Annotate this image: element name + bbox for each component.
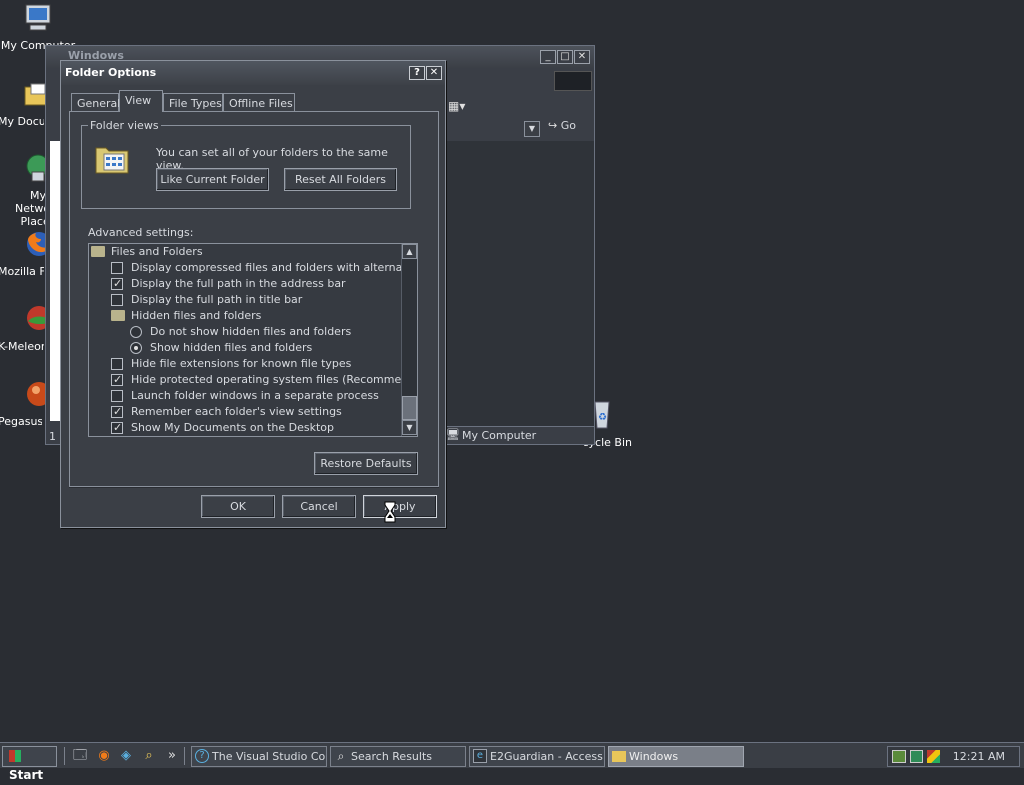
- status-bar: 🖥 My Computer: [446, 426, 594, 444]
- radio-button[interactable]: [130, 326, 142, 338]
- checkbox[interactable]: [111, 390, 123, 402]
- scroll-thumb[interactable]: [402, 396, 417, 420]
- tray-network-icon[interactable]: [892, 750, 906, 763]
- checkbox[interactable]: [111, 358, 123, 370]
- advanced-settings-label: Advanced settings:: [88, 226, 194, 239]
- settings-option-label: Launch folder windows in a separate proc…: [131, 389, 379, 402]
- ok-button[interactable]: OK: [201, 495, 275, 518]
- folder-icon: [91, 246, 105, 257]
- search-icon: ⌕: [337, 749, 345, 763]
- checkbox[interactable]: [111, 372, 123, 388]
- address-dropdown-button[interactable]: ▼: [524, 121, 540, 137]
- computer-icon: 🖥: [446, 428, 460, 441]
- explorer-content-pane[interactable]: [446, 141, 594, 431]
- folder-views-legend: Folder views: [88, 119, 161, 132]
- settings-option-label: Files and Folders: [111, 245, 203, 258]
- dialog-divider: [69, 487, 439, 488]
- browser-icon: e: [473, 749, 487, 763]
- go-arrow-icon: ↪: [548, 119, 558, 132]
- checkbox[interactable]: [111, 262, 123, 274]
- cancel-button[interactable]: Cancel: [282, 495, 356, 518]
- computer-icon: [25, 4, 51, 31]
- go-button[interactable]: ↪ Go: [548, 119, 576, 132]
- windows-flag-icon: [9, 750, 21, 762]
- taskbar-button-e2guardian[interactable]: e E2Guardian - Access...: [469, 746, 605, 767]
- search-icon[interactable]: ⌕: [141, 748, 157, 764]
- settings-option-label: Display the full path in title bar: [131, 293, 303, 306]
- like-current-folder-button[interactable]: Like Current Folder: [156, 168, 269, 191]
- hourglass-cursor-icon: [384, 501, 396, 523]
- dialog-title: Folder Options: [65, 66, 157, 79]
- scroll-down-button[interactable]: ▼: [402, 420, 417, 435]
- clock[interactable]: 12:21 AM: [953, 750, 1005, 763]
- scroll-up-button[interactable]: ▲: [402, 244, 417, 259]
- windows-logo-icon: [554, 71, 592, 91]
- checkbox[interactable]: [111, 294, 123, 306]
- tray-security-icon[interactable]: [927, 750, 940, 763]
- settings-option-label: Do not show hidden files and folders: [150, 325, 352, 338]
- taskbar-button-label: E2Guardian - Access...: [490, 750, 605, 763]
- folder-icon: [111, 310, 125, 321]
- dialog-title-bar[interactable]: Folder Options: [61, 61, 445, 85]
- maximize-button[interactable]: □: [557, 50, 573, 64]
- apply-button[interactable]: Apply: [363, 495, 437, 518]
- checkbox[interactable]: [111, 404, 123, 420]
- minimize-button[interactable]: _: [540, 50, 556, 64]
- desktop-icon-label: Pegasus: [0, 415, 42, 428]
- folder-views-icon: [95, 147, 129, 174]
- desktop-icon-label: Mozilla Firefox: [0, 265, 44, 278]
- checkbox[interactable]: [111, 276, 123, 292]
- settings-option-label: Hidden files and folders: [131, 309, 262, 322]
- tab-general[interactable]: General: [71, 93, 120, 111]
- status-location: My Computer: [462, 429, 537, 442]
- tab-offline-files[interactable]: Offline Files: [223, 93, 295, 111]
- view-menu-icon[interactable]: ▦▾: [448, 99, 468, 113]
- advanced-settings-scrollbar[interactable]: ▲ ▼: [401, 244, 417, 436]
- firefox-icon[interactable]: ◉: [96, 748, 112, 764]
- radio-button[interactable]: [130, 342, 142, 354]
- taskbar-button-visual-studio[interactable]: ? The Visual Studio Co...: [191, 746, 327, 767]
- settings-option-label: Hide protected operating system files (R…: [131, 373, 418, 386]
- desktop-icon-label: My Documents: [0, 115, 44, 128]
- settings-option-label: Show hidden files and folders: [150, 341, 313, 354]
- settings-option-label: Display the full path in the address bar: [131, 277, 346, 290]
- checkbox[interactable]: [111, 420, 123, 436]
- folder-icon: [612, 751, 626, 762]
- tab-file-types[interactable]: File Types: [163, 93, 223, 111]
- show-desktop-icon[interactable]: 🗔: [72, 748, 88, 764]
- task-separator: [184, 747, 186, 765]
- reset-all-folders-button[interactable]: Reset All Folders: [284, 168, 397, 191]
- settings-option-label: Show My Documents on the Desktop: [131, 421, 335, 434]
- tab-view[interactable]: View: [119, 90, 163, 112]
- quick-launch-separator: [64, 747, 66, 765]
- folder-options-dialog[interactable]: Folder Options ? ✕ General View File Typ…: [60, 60, 446, 528]
- help-button[interactable]: ?: [409, 66, 425, 80]
- system-tray: 12:21 AM: [887, 746, 1020, 767]
- taskbar: Start 🗔 ◉ ◈ ⌕ » ? The Visual Studio Co..…: [0, 742, 1024, 782]
- taskbar-button-search-results[interactable]: ⌕ Search Results: [330, 746, 466, 767]
- desktop-icon-recycle-bin[interactable]: ♻ Recycle Bin: [584, 398, 632, 449]
- taskbar-button-label: The Visual Studio Co...: [212, 750, 327, 763]
- taskbar-button-label: Search Results: [351, 750, 433, 763]
- network-icon[interactable]: ◈: [118, 748, 134, 764]
- advanced-settings-list[interactable]: Files and Folders Display compressed file…: [88, 243, 418, 437]
- settings-option-label: Remember each folder's view settings: [131, 405, 342, 418]
- quick-launch-chevron[interactable]: »: [164, 748, 180, 764]
- start-button[interactable]: Start: [2, 746, 57, 782]
- go-label: Go: [560, 119, 576, 132]
- settings-option-label: Display compressed files and folders wit…: [131, 261, 418, 274]
- taskbar-button-label: Windows: [629, 750, 679, 763]
- settings-option-label: Hide file extensions for known file type…: [131, 357, 352, 370]
- close-button[interactable]: ✕: [574, 50, 590, 64]
- desktop-icon-label: K-Meleon: [0, 340, 44, 353]
- restore-defaults-button[interactable]: Restore Defaults: [314, 452, 418, 475]
- dialog-close-button[interactable]: ✕: [426, 66, 442, 80]
- svg-text:♻: ♻: [598, 412, 607, 423]
- taskbar-button-windows[interactable]: Windows: [608, 746, 744, 767]
- tray-app-icon[interactable]: [910, 750, 923, 763]
- folder-views-group: Folder views You can set all of your fol…: [81, 119, 411, 209]
- recycle-bin-icon: ♻: [594, 401, 610, 429]
- help-icon: ?: [195, 749, 209, 763]
- start-label: Start: [9, 768, 44, 782]
